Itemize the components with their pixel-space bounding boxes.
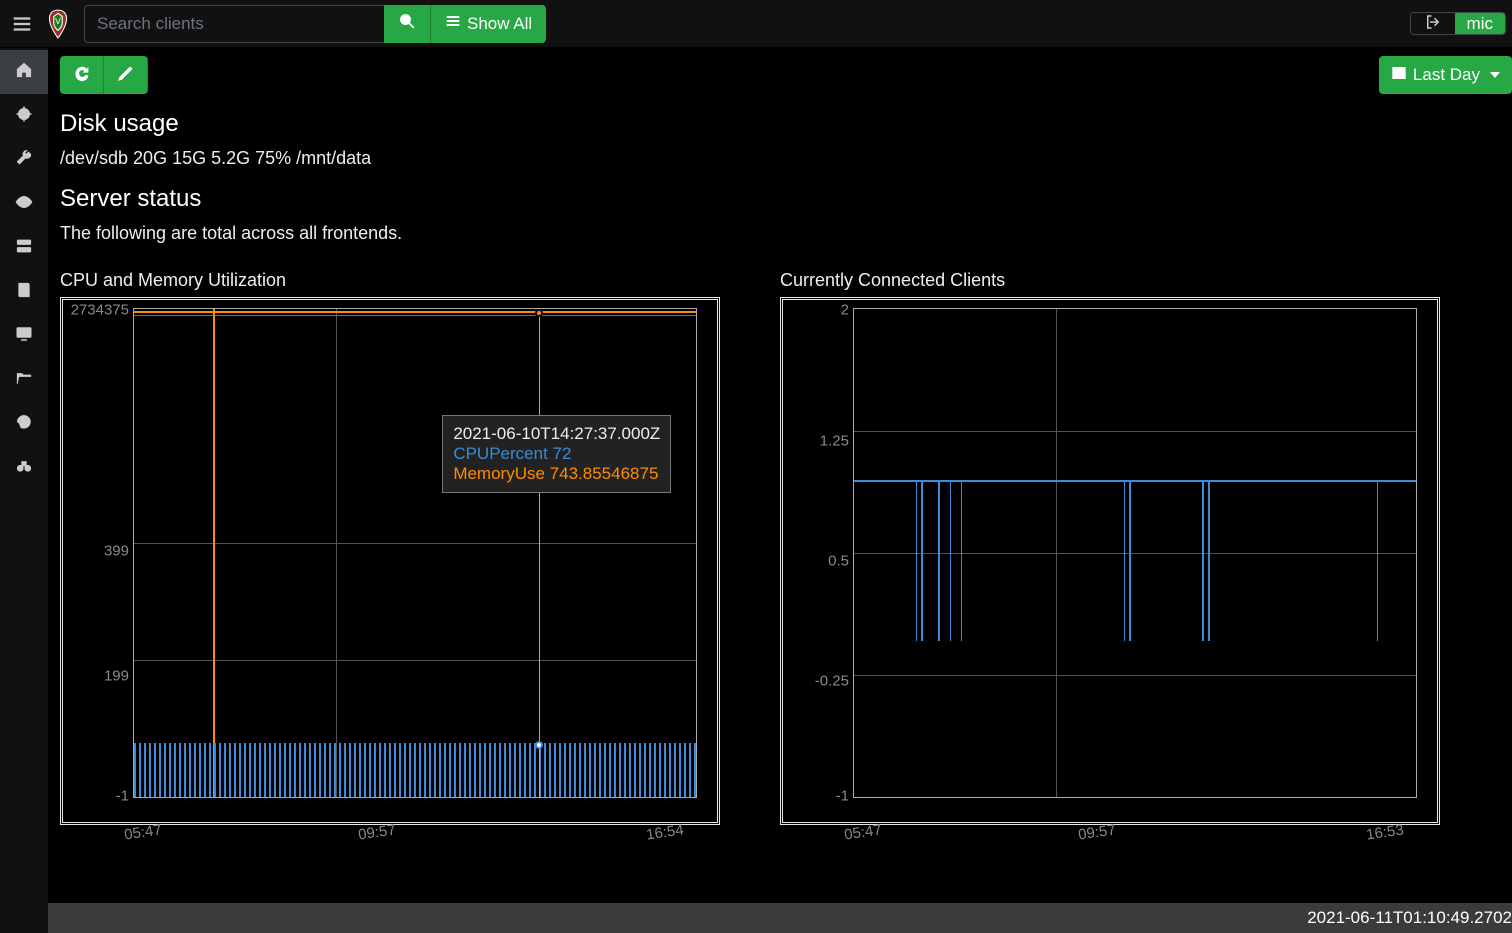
history-icon — [15, 413, 33, 436]
nav-vfs[interactable] — [0, 358, 48, 402]
x-tick: 05:47 — [123, 821, 163, 843]
time-range-picker[interactable]: Last Day — [1379, 56, 1512, 94]
sign-out-icon — [1424, 13, 1442, 34]
plot-area — [133, 308, 697, 798]
chart-area[interactable]: 2 1.25 0.5 -0.25 -1 05:47 09:57 16:53 — [780, 297, 1440, 825]
nav-search-all[interactable] — [0, 446, 48, 490]
target-icon — [15, 105, 33, 128]
nav-history[interactable] — [0, 402, 48, 446]
search-group: Show All — [84, 5, 546, 43]
svg-text:V: V — [55, 16, 61, 26]
time-range-label: Last Day — [1413, 65, 1480, 85]
chart-title: CPU and Memory Utilization — [60, 270, 720, 291]
nav-notebook[interactable] — [0, 270, 48, 314]
x-tick: 16:53 — [1365, 821, 1405, 843]
main-content: Last Day Disk usage /dev/sdb 20G 15G 5.2… — [48, 48, 1512, 933]
plot-area — [853, 308, 1417, 798]
nav-home[interactable] — [0, 50, 48, 94]
y-tick: -1 — [116, 787, 129, 804]
tooltip-mem-value: 743.85546875 — [550, 464, 659, 483]
top-bar: V Show All mic — [0, 0, 1512, 48]
list-icon — [445, 13, 461, 34]
tooltip-cpu-value: 72 — [553, 444, 572, 463]
y-tick: 2734375 — [71, 302, 129, 319]
side-nav — [0, 48, 48, 933]
x-tick: 16:54 — [645, 821, 685, 843]
server-status-title: Server status — [60, 185, 1500, 213]
folder-open-icon — [15, 369, 33, 392]
refresh-button[interactable] — [60, 56, 104, 94]
account-group: mic — [1410, 12, 1506, 35]
binoculars-icon — [15, 457, 33, 480]
monitor-icon — [15, 325, 33, 348]
sign-out-button[interactable] — [1411, 13, 1455, 34]
pencil-icon — [117, 64, 135, 87]
table-icon — [1391, 65, 1407, 86]
show-all-label: Show All — [467, 14, 532, 34]
chart-connected-clients: Currently Connected Clients 2 1.25 0.5 -… — [780, 270, 1440, 825]
tooltip-time: 2021-06-10T14:27:37.000Z — [453, 424, 660, 444]
chart-tooltip: 2021-06-10T14:27:37.000Z CPUPercent 72 M… — [442, 415, 671, 493]
wrench-icon — [15, 149, 33, 172]
y-tick: 1.25 — [820, 432, 849, 449]
x-tick: 09:57 — [1077, 821, 1117, 843]
nav-view[interactable] — [0, 182, 48, 226]
y-tick: -1 — [836, 787, 849, 804]
server-icon — [15, 237, 33, 260]
menu-toggle[interactable] — [6, 8, 38, 40]
disk-usage-value: /dev/sdb 20G 15G 5.2G 75% /mnt/data — [60, 148, 1500, 169]
chart-title: Currently Connected Clients — [780, 270, 1440, 291]
nav-host[interactable] — [0, 314, 48, 358]
nav-server[interactable] — [0, 226, 48, 270]
search-input[interactable] — [84, 5, 384, 43]
disk-usage-title: Disk usage — [60, 110, 1500, 138]
footer-bar: 2021-06-11T01:10:49.2702 — [48, 903, 1512, 933]
y-tick: 2 — [841, 302, 849, 319]
server-status-note: The following are total across all front… — [60, 223, 1500, 244]
footer-timestamp: 2021-06-11T01:10:49.2702 — [1307, 908, 1512, 928]
chart-cpu-memory: CPU and Memory Utilization 2734375 399 1… — [60, 270, 720, 825]
tooltip-cpu-label: CPUPercent — [453, 444, 547, 463]
username-label: mic — [1467, 14, 1493, 34]
nav-hunt[interactable] — [0, 94, 48, 138]
chevron-down-icon — [1490, 72, 1500, 78]
user-menu[interactable]: mic — [1455, 13, 1505, 34]
book-icon — [15, 281, 33, 304]
y-tick: 399 — [104, 542, 129, 559]
eye-icon — [15, 193, 33, 216]
app-logo: V — [44, 7, 72, 41]
y-tick: 0.5 — [828, 553, 849, 570]
y-tick: 199 — [104, 667, 129, 684]
chart-area[interactable]: 2734375 399 199 -1 05:47 09:57 16:54 — [60, 297, 720, 825]
tooltip-mem-label: MemoryUse — [453, 464, 545, 483]
y-tick: -0.25 — [815, 673, 849, 690]
x-tick: 05:47 — [843, 821, 883, 843]
dashboard-toolbar — [60, 56, 1500, 94]
show-all-button[interactable]: Show All — [430, 5, 546, 43]
home-icon — [15, 61, 33, 84]
edit-button[interactable] — [104, 56, 148, 94]
search-button[interactable] — [384, 5, 430, 43]
x-tick: 09:57 — [357, 821, 397, 843]
search-icon — [398, 12, 416, 35]
refresh-icon — [73, 64, 91, 87]
nav-tools[interactable] — [0, 138, 48, 182]
